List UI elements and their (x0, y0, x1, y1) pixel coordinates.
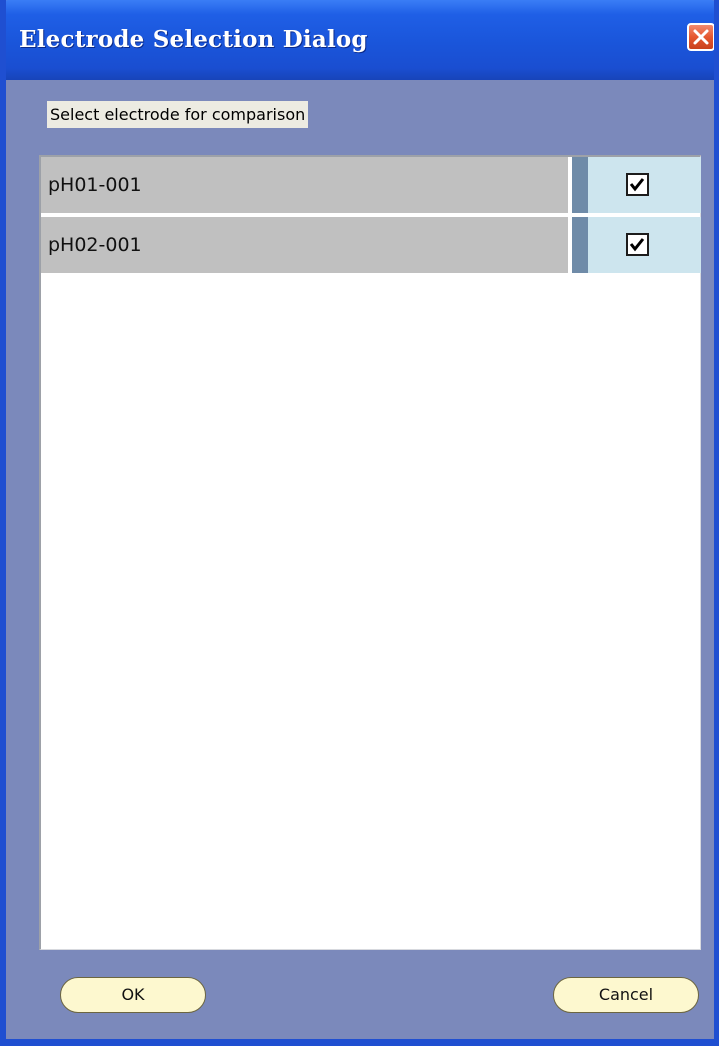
electrode-name: pH01-001 (41, 157, 568, 213)
electrode-list: pH01-001 pH02-001 (39, 155, 701, 950)
row-divider (572, 157, 588, 213)
close-button[interactable] (687, 23, 714, 51)
electrode-checkbox[interactable] (626, 233, 649, 256)
checkbox-cell (588, 157, 701, 213)
checkbox-cell (588, 217, 701, 273)
checkmark-icon (629, 178, 645, 192)
electrode-checkbox[interactable] (626, 173, 649, 196)
dialog-title: Electrode Selection Dialog (19, 26, 368, 53)
ok-button[interactable]: OK (60, 977, 206, 1013)
cancel-button[interactable]: Cancel (553, 977, 699, 1013)
checkmark-icon (629, 238, 645, 252)
electrode-selection-dialog: Electrode Selection Dialog Select electr… (0, 0, 719, 1046)
list-item[interactable]: pH01-001 (41, 157, 701, 213)
prompt-label: Select electrode for comparison (47, 101, 309, 128)
row-divider (572, 217, 588, 273)
close-icon (693, 29, 709, 45)
title-bar[interactable]: Electrode Selection Dialog (6, 0, 714, 80)
electrode-name: pH02-001 (41, 217, 568, 273)
list-item[interactable]: pH02-001 (41, 217, 701, 273)
dialog-body: Select electrode for comparison pH01-001… (6, 80, 714, 1039)
